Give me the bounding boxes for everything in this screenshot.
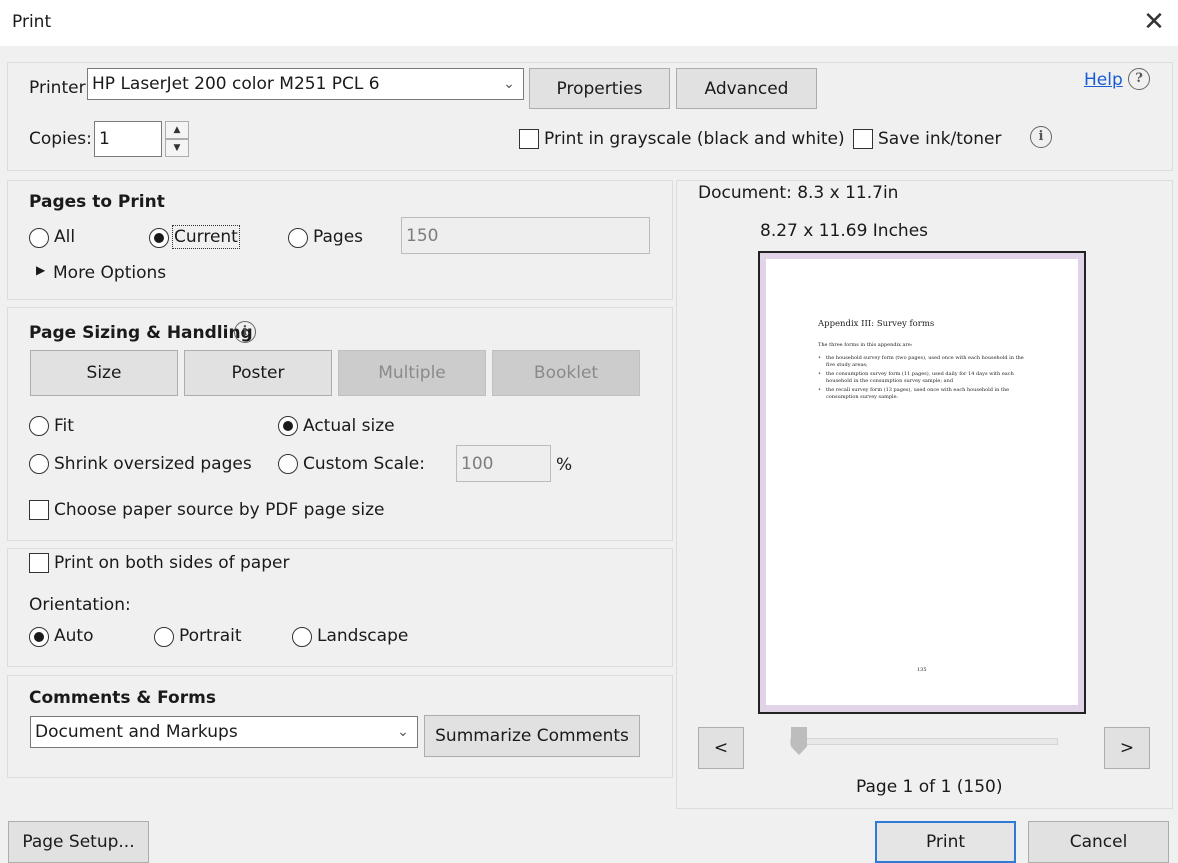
orientation-landscape-label: Landscape — [317, 626, 409, 646]
grayscale-checkbox[interactable] — [519, 129, 539, 149]
copies-label: Copies: — [29, 129, 92, 149]
expand-triangle-icon[interactable]: ▶ — [36, 263, 45, 277]
close-icon[interactable]: ✕ — [1142, 6, 1166, 38]
printer-select-value: HP LaserJet 200 color M251 PCL 6 — [92, 74, 380, 94]
page-status-label: Page 1 of 1 (150) — [856, 777, 1003, 797]
preview-bullet-list: • the household survey form (two pages), … — [818, 355, 1028, 401]
booklet-button[interactable]: Booklet — [492, 350, 640, 396]
preview-page-title: Appendix III: Survey forms — [818, 319, 935, 329]
actual-size-label: Actual size — [303, 416, 395, 436]
previous-page-button[interactable]: < — [698, 727, 744, 769]
copies-input[interactable]: 1 — [94, 121, 162, 157]
shrink-label: Shrink oversized pages — [54, 454, 252, 474]
page-preview: Appendix III: Survey forms The three for… — [766, 259, 1078, 705]
pages-all-label: All — [54, 227, 76, 247]
pages-current-radio[interactable] — [149, 228, 169, 248]
save-ink-checkbox[interactable] — [853, 129, 873, 149]
advanced-button[interactable]: Advanced — [676, 68, 817, 109]
percent-label: % — [556, 455, 573, 475]
copies-decrement-icon[interactable]: ▼ — [165, 139, 189, 157]
comments-select[interactable]: Document and Markups ⌄ — [30, 716, 418, 748]
orientation-portrait-label: Portrait — [179, 626, 242, 646]
orientation-auto-radio[interactable] — [29, 627, 49, 647]
help-question-icon[interactable]: ? — [1128, 68, 1150, 90]
document-size-label: Document: 8.3 x 11.7in — [698, 183, 899, 203]
multiple-button[interactable]: Multiple — [338, 350, 486, 396]
comments-select-value: Document and Markups — [35, 722, 238, 742]
preview-bullet-text: the recall survey form (13 pages), used … — [826, 387, 1010, 400]
poster-button[interactable]: Poster — [184, 350, 332, 396]
preview-bullet: • the recall survey form (13 pages), used… — [818, 387, 1028, 401]
fit-radio[interactable] — [29, 416, 49, 436]
comments-heading: Comments & Forms — [29, 688, 216, 708]
print-button[interactable]: Print — [875, 821, 1016, 863]
preview-page-number: 135 — [917, 667, 927, 673]
page-sizing-heading: Page Sizing & Handling — [29, 323, 253, 343]
chevron-down-icon: ⌄ — [397, 724, 409, 740]
save-ink-label: Save ink/toner — [878, 129, 1002, 149]
pages-range-input[interactable]: 150 — [401, 217, 650, 254]
fit-label: Fit — [54, 416, 74, 436]
next-page-button[interactable]: > — [1104, 727, 1150, 769]
preview-bullet: • the household survey form (two pages), … — [818, 355, 1028, 369]
printer-select[interactable]: HP LaserJet 200 color M251 PCL 6 ⌄ — [87, 68, 524, 100]
copies-increment-icon[interactable]: ▲ — [165, 121, 189, 139]
page-sizing-info-icon[interactable]: i — [234, 321, 256, 343]
more-options-toggle[interactable]: More Options — [53, 263, 166, 283]
orientation-auto-label: Auto — [54, 626, 94, 646]
custom-scale-label: Custom Scale: — [303, 454, 425, 474]
paper-source-checkbox[interactable] — [29, 500, 49, 520]
pages-current-label: Current — [172, 225, 240, 249]
size-button[interactable]: Size — [30, 350, 178, 396]
window-title: Print — [12, 12, 52, 32]
printer-label: Printer: — [29, 78, 91, 98]
custom-scale-radio[interactable] — [278, 454, 298, 474]
save-ink-info-icon[interactable]: i — [1030, 126, 1052, 148]
paper-size-label: 8.27 x 11.69 Inches — [760, 221, 929, 241]
preview-bullet: • the consumption survey form (11 pages),… — [818, 371, 1028, 385]
actual-size-radio[interactable] — [278, 416, 298, 436]
summarize-comments-button[interactable]: Summarize Comments — [424, 715, 640, 757]
properties-button[interactable]: Properties — [529, 68, 670, 109]
chevron-down-icon: ⌄ — [503, 76, 515, 92]
preview-bullet-text: the consumption survey form (11 pages), … — [826, 371, 1014, 384]
preview-page-intro: The three forms in this appendix are: — [818, 342, 913, 348]
page-setup-button[interactable]: Page Setup... — [8, 821, 149, 863]
title-bar: Print ✕ — [0, 0, 1178, 46]
grayscale-label: Print in grayscale (black and white) — [544, 129, 845, 149]
orientation-landscape-radio[interactable] — [292, 627, 312, 647]
pages-all-radio[interactable] — [29, 228, 49, 248]
help-link[interactable]: Help — [1084, 70, 1123, 90]
pages-range-label: Pages — [313, 227, 364, 247]
cancel-button[interactable]: Cancel — [1028, 821, 1169, 863]
orientation-portrait-radio[interactable] — [154, 627, 174, 647]
paper-source-label: Choose paper source by PDF page size — [54, 500, 385, 520]
orientation-label: Orientation: — [29, 595, 131, 615]
pages-range-radio[interactable] — [288, 228, 308, 248]
shrink-radio[interactable] — [29, 454, 49, 474]
page-slider-track[interactable] — [790, 738, 1058, 745]
duplex-checkbox[interactable] — [29, 553, 49, 573]
preview-bullet-text: the household survey form (two pages), u… — [826, 355, 1024, 368]
pages-to-print-heading: Pages to Print — [29, 192, 165, 212]
custom-scale-input[interactable]: 100 — [456, 445, 551, 482]
duplex-label: Print on both sides of paper — [54, 553, 290, 573]
